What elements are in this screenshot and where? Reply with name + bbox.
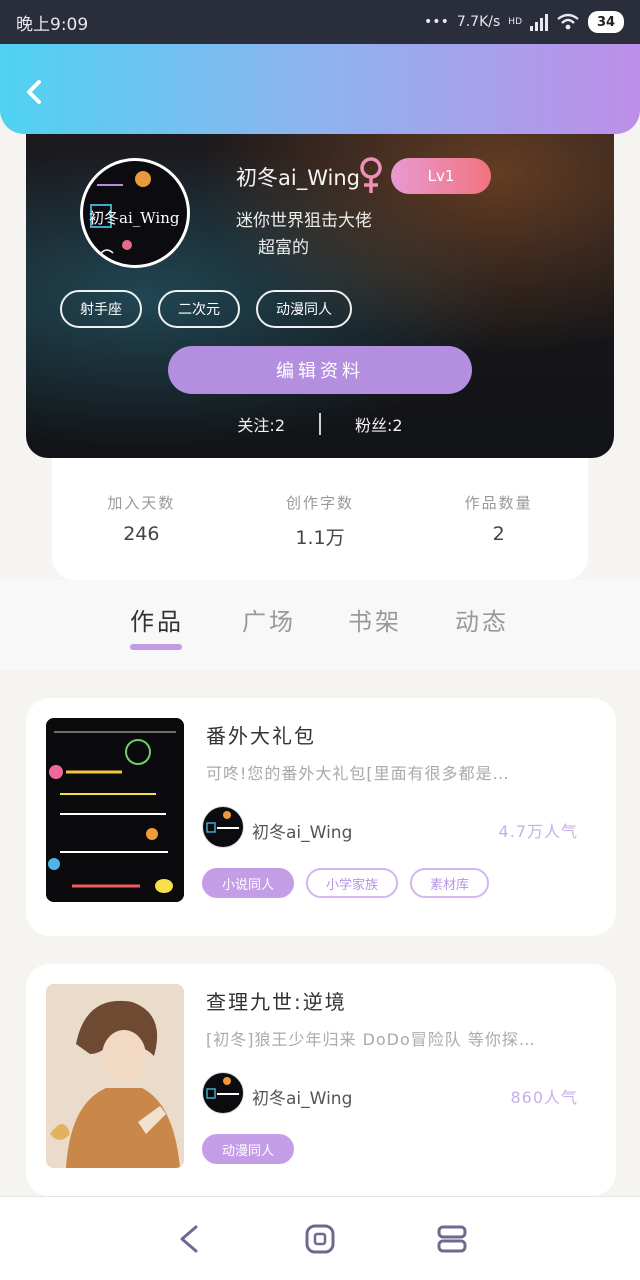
author-avatar[interactable] [202, 1072, 244, 1114]
profile-signature: 迷你世界狙击大佬 超富的 [236, 208, 372, 262]
avatar-doodle-icon [206, 811, 239, 833]
work-description: 可咚!您的番外大礼包[里面有很多都是… [206, 764, 510, 783]
stat-label: 创作字数 [285, 494, 354, 512]
work-tag[interactable]: 小说同人 [202, 868, 295, 898]
back-arrow-icon [180, 1225, 198, 1253]
divider [319, 413, 321, 435]
profile-tag[interactable]: 二次元 [158, 290, 240, 328]
header-bar [0, 44, 640, 134]
work-description: [初冬]狼王少年归来 DoDo冒险队 等你探… [206, 1030, 536, 1049]
work-title: 查理九世:逆境 [206, 990, 347, 1014]
female-icon [360, 157, 382, 193]
popularity-count: 860人气 [510, 1088, 578, 1107]
system-nav-bar [0, 1196, 640, 1280]
author-name[interactable]: 初冬ai_Wing [252, 1084, 352, 1109]
home-square-icon [305, 1224, 335, 1254]
profile-tag[interactable]: 射手座 [60, 290, 142, 328]
signature-line: 超富的 [258, 238, 309, 258]
followers-count[interactable]: 粉丝:2 [355, 412, 403, 436]
tab-square[interactable]: 广场 [242, 602, 296, 637]
cover-art-icon [46, 984, 184, 1168]
status-bar: 晚上9:09 ••• 7.7K/s HD 34 [0, 0, 640, 44]
chevron-left-icon [27, 80, 41, 104]
tab-works[interactable]: 作品 [130, 602, 184, 637]
stat-value: 2 [492, 523, 505, 545]
active-tab-indicator [130, 644, 182, 650]
stat-join-days: 加入天数 246 [66, 492, 216, 580]
work-tag[interactable]: 动漫同人 [202, 1134, 295, 1164]
nav-back-button[interactable] [174, 1223, 206, 1255]
avatar-label: 初冬ai_Wing [89, 209, 180, 227]
author-avatar[interactable] [202, 806, 244, 848]
work-title: 番外大礼包 [206, 724, 316, 748]
edit-profile-button[interactable]: 编辑资料 [168, 346, 472, 394]
status-time: 晚上9:09 [16, 14, 89, 35]
work-card[interactable]: 查理九世:逆境 [初冬]狼王少年归来 DoDo冒险队 等你探… 初冬ai_Win… [26, 964, 616, 1196]
following-count[interactable]: 关注:2 [237, 412, 285, 436]
stat-word-count: 创作字数 1.1万 [245, 492, 395, 580]
profile-card: 初冬ai_Wing 初冬ai_Wing Lv1 迷你世界狙击大佬 超富的 射手座… [26, 100, 614, 458]
stats-card: 加入天数 246 创作字数 1.1万 作品数量 2 [52, 440, 588, 580]
stat-label: 作品数量 [464, 494, 533, 512]
nav-recents-button[interactable] [436, 1223, 468, 1255]
tabs-bar: 作品 广场 书架 动态 [0, 580, 640, 670]
work-tags: 动漫同人 [202, 1134, 295, 1164]
hd-label: HD [508, 17, 522, 27]
profile-tag[interactable]: 动漫同人 [256, 290, 352, 328]
work-cover-image[interactable] [46, 718, 184, 902]
dots-icon: ••• [424, 14, 449, 30]
tab-activity[interactable]: 动态 [455, 602, 509, 637]
work-tag[interactable]: 小学家族 [306, 868, 399, 898]
back-button[interactable] [20, 78, 48, 106]
work-tag[interactable]: 素材库 [410, 868, 490, 898]
stat-works-count: 作品数量 2 [424, 492, 574, 580]
tab-bookshelf[interactable]: 书架 [348, 602, 402, 637]
work-card[interactable]: 番外大礼包 可咚!您的番外大礼包[里面有很多都是… 初冬ai_Wing 4.7万… [26, 698, 616, 936]
follow-stats: 关注:2 粉丝:2 [26, 412, 614, 436]
avatar-doodle-icon [206, 1077, 239, 1099]
work-cover-image[interactable] [46, 984, 184, 1168]
status-indicators: ••• 7.7K/s HD 34 [424, 11, 624, 33]
wifi-icon [557, 13, 579, 30]
popularity-count: 4.7万人气 [498, 822, 578, 841]
nav-home-button[interactable] [304, 1223, 336, 1255]
stat-value: 246 [123, 523, 160, 545]
level-badge: Lv1 [391, 158, 491, 194]
signal-icon [530, 13, 548, 31]
author-name[interactable]: 初冬ai_Wing [252, 818, 352, 843]
stat-label: 加入天数 [107, 494, 176, 512]
network-speed: 7.7K/s [456, 14, 501, 30]
menu-icon [437, 1225, 467, 1253]
cover-art-icon [46, 718, 184, 902]
signature-line: 迷你世界狙击大佬 [236, 211, 372, 231]
work-tags: 小说同人 小学家族 素材库 [202, 868, 490, 898]
profile-tags: 射手座 二次元 动漫同人 [60, 290, 352, 328]
battery-icon: 34 [588, 11, 624, 33]
stat-value: 1.1万 [295, 527, 345, 549]
profile-avatar[interactable]: 初冬ai_Wing [80, 158, 190, 268]
profile-username: 初冬ai_Wing [236, 166, 360, 190]
